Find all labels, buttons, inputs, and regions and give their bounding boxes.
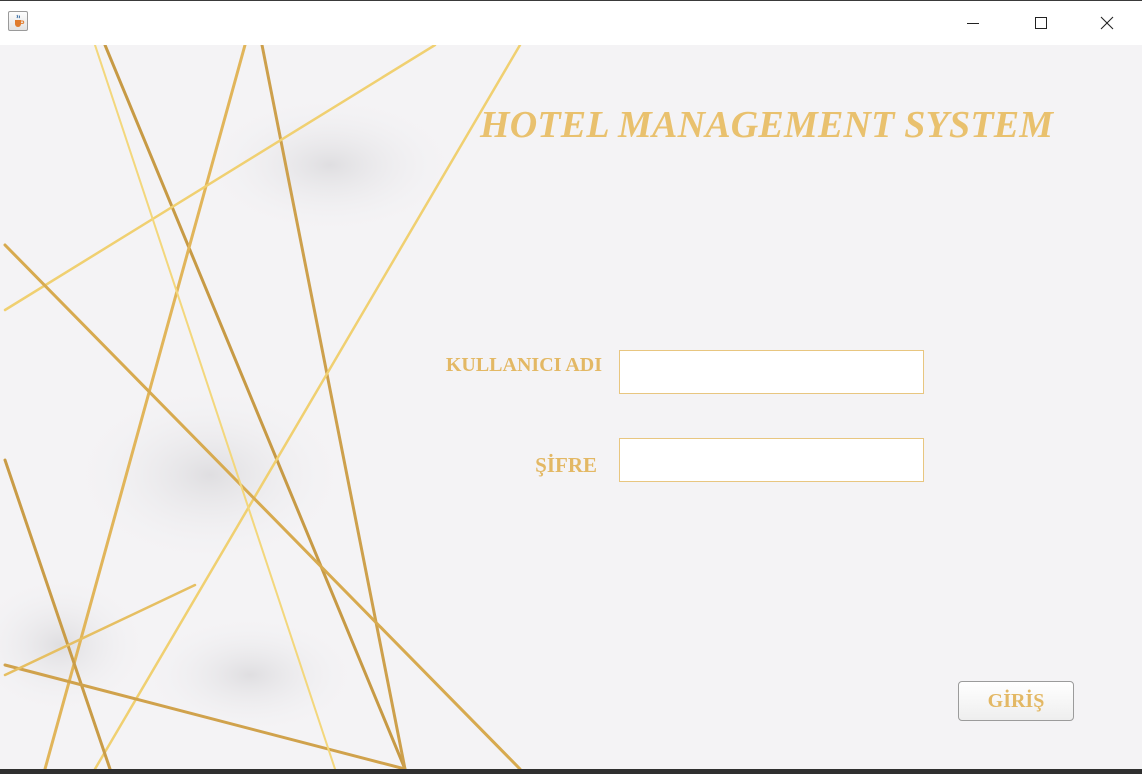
gold-lines-background xyxy=(0,45,522,769)
app-window: HOTEL MANAGEMENT SYSTEM KULLANICI ADI Şİ… xyxy=(0,0,1142,774)
password-label: ŞİFRE xyxy=(535,453,597,477)
window-bottom-border xyxy=(0,769,1142,774)
close-button[interactable] xyxy=(1084,1,1130,45)
maximize-button[interactable] xyxy=(1018,1,1064,45)
login-panel: HOTEL MANAGEMENT SYSTEM KULLANICI ADI Şİ… xyxy=(0,45,1142,769)
title-bar xyxy=(0,1,1142,45)
login-button[interactable]: GİRİŞ xyxy=(958,681,1074,721)
username-label: KULLANICI ADI xyxy=(445,354,602,376)
app-title: HOTEL MANAGEMENT SYSTEM xyxy=(480,104,1054,146)
minimize-button[interactable] xyxy=(950,1,996,45)
username-input[interactable] xyxy=(619,350,924,394)
maximize-icon xyxy=(1035,17,1047,29)
close-icon xyxy=(1100,16,1114,30)
password-input[interactable] xyxy=(619,438,924,482)
minimize-icon xyxy=(967,23,979,24)
java-cup-icon[interactable] xyxy=(8,11,28,31)
